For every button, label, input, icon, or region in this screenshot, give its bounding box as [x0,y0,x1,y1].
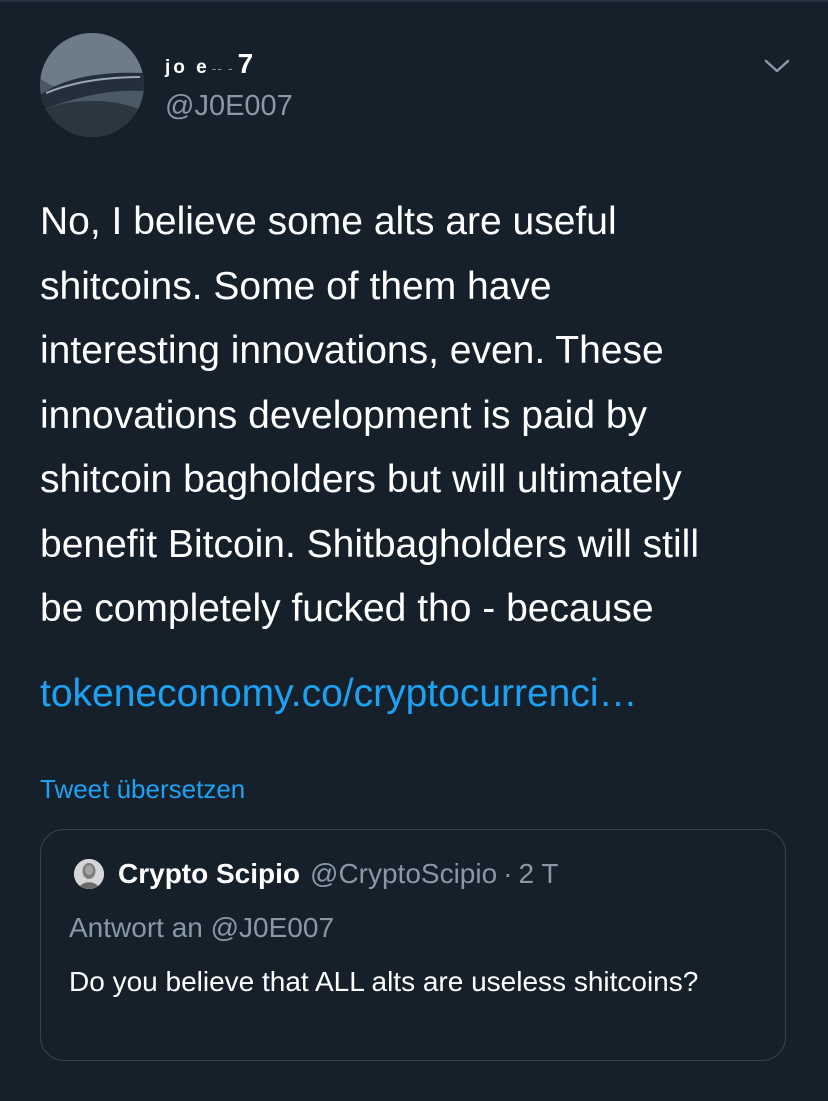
tweet-text-line: innovations development is paid by [40,393,648,437]
whale-avatar-icon [40,33,144,137]
tweet-text-line: benefit Bitcoin. Shitbagholders will sti… [40,522,700,566]
display-name-prefix: jo e [165,57,210,78]
author-handle[interactable]: @J0E007 [165,90,293,123]
dot-separator: · [503,858,513,889]
tweet-text-line: interesting innovations, even. These [40,329,664,372]
quoted-author-name: Crypto Scipio [118,858,301,889]
tweet-text-line: shitcoins. Some of them have [40,264,552,308]
tweet-text: No, I believe some alts are useful shitc… [40,190,810,642]
author-avatar[interactable] [40,33,144,137]
quoted-tweet-text: Do you believe that ALL alts are useless… [69,966,699,997]
top-divider [0,0,828,2]
quoted-reply-to: Antwort an @J0E007 [69,912,335,943]
quoted-tweet-time: 2 T [518,858,559,889]
quoted-tweet-card[interactable]: Crypto Scipio @CryptoScipio · 2 T Antwor… [40,829,786,1061]
translate-tweet-link[interactable]: Tweet übersetzen [40,772,245,806]
tweet-text-line: shitcoin bagholders but will ultimately [40,458,682,501]
tweet-detail-screen: jo e -- - 7 @J0E007 No, I believe some a… [0,0,828,1101]
tweet-text-line: No, I believe some alts are useful [40,200,617,243]
bust-avatar-icon [74,859,104,889]
author-display-name[interactable]: jo e -- - 7 [165,48,253,84]
tweet-text-line: be completely fucked tho - because [40,587,654,630]
quoted-author-handle: @CryptoScipio [310,858,498,889]
display-name-dash: -- - [211,60,234,76]
tweet-link[interactable]: tokeneconomy.co/cryptocurrenci… [40,664,638,724]
quoted-author-avatar [74,859,104,889]
quoted-tweet-header: Crypto Scipio @CryptoScipio · 2 T [74,858,558,890]
display-name-suffix: 7 [237,48,254,79]
chevron-down-icon[interactable] [760,52,794,80]
